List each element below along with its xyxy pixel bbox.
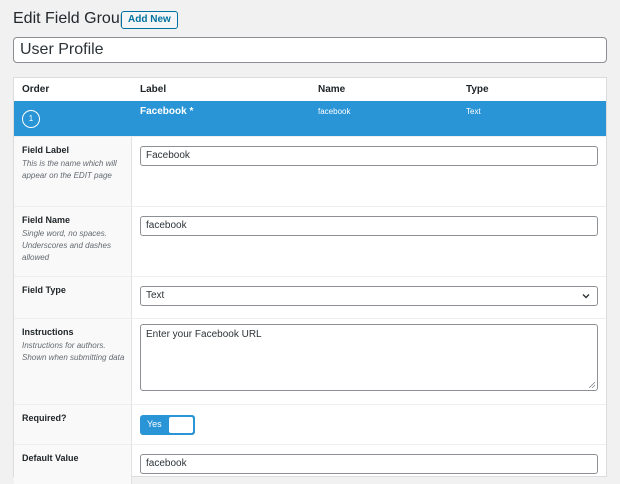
field-label-label: Field Label [22,145,70,155]
field-type-label: Field Type [22,285,66,295]
fields-table-header: Order Label Name Type [14,78,606,102]
field-name-label: Field Name [22,215,71,225]
instructions-text: Enter your Facebook URL [146,329,262,340]
setting-label-column: Field Name Single word, no spaces. Under… [14,207,132,276]
add-new-button[interactable]: Add New [121,11,178,29]
setting-field-name: Field Name Single word, no spaces. Under… [14,206,606,276]
setting-label-column: Default Value [14,445,132,484]
setting-field-type: Field Type Text [14,276,606,318]
required-toggle-label: Yes [147,419,162,429]
setting-field-label: Field Label This is the name which will … [14,136,606,206]
required-label: Required? [22,413,67,423]
setting-instructions: Instructions Instructions for authors. S… [14,318,606,404]
instructions-textarea[interactable]: Enter your Facebook URL [140,324,598,391]
column-name: Name [318,84,346,95]
instructions-label: Instructions [22,327,74,337]
field-name-description: Single word, no spaces. Underscores and … [22,229,111,262]
setting-label-column: Required? [14,405,132,444]
field-group-title-input[interactable]: User Profile [13,37,607,63]
page-title: Edit Field Group [13,10,129,27]
default-value-input[interactable]: facebook [140,454,598,474]
setting-required: Required? Yes [14,404,606,444]
resize-handle-icon[interactable] [589,382,595,388]
column-type: Type [466,84,489,95]
field-type-select[interactable]: Text [140,286,598,306]
column-order: Order [22,84,50,95]
toggle-knob [169,417,193,433]
fields-panel: Order Label Name Type 1 Facebook * faceb… [13,77,607,484]
field-order-badge[interactable]: 1 [22,110,40,128]
setting-label-column: Field Type [14,277,132,318]
field-row-facebook[interactable]: 1 Facebook * facebook Text [14,101,606,136]
default-value-label: Default Value [22,453,79,463]
required-toggle[interactable]: Yes [140,415,195,435]
field-label-description: This is the name which will appear on th… [22,159,117,180]
column-label: Label [140,84,167,95]
field-type-selected-value: Text [146,290,165,301]
instructions-description: Instructions for authors. Shown when sub… [22,341,125,362]
field-row-label[interactable]: Facebook * [140,106,193,117]
setting-default-value: Default Value facebook [14,444,606,484]
field-name-input[interactable]: facebook [140,216,598,236]
setting-label-column: Field Label This is the name which will … [14,137,132,206]
field-label-input[interactable]: Facebook [140,146,598,166]
setting-label-column: Instructions Instructions for authors. S… [14,319,132,404]
chevron-down-icon [582,294,590,299]
field-row-name: facebook [318,107,351,116]
field-row-type: Text [466,107,481,116]
